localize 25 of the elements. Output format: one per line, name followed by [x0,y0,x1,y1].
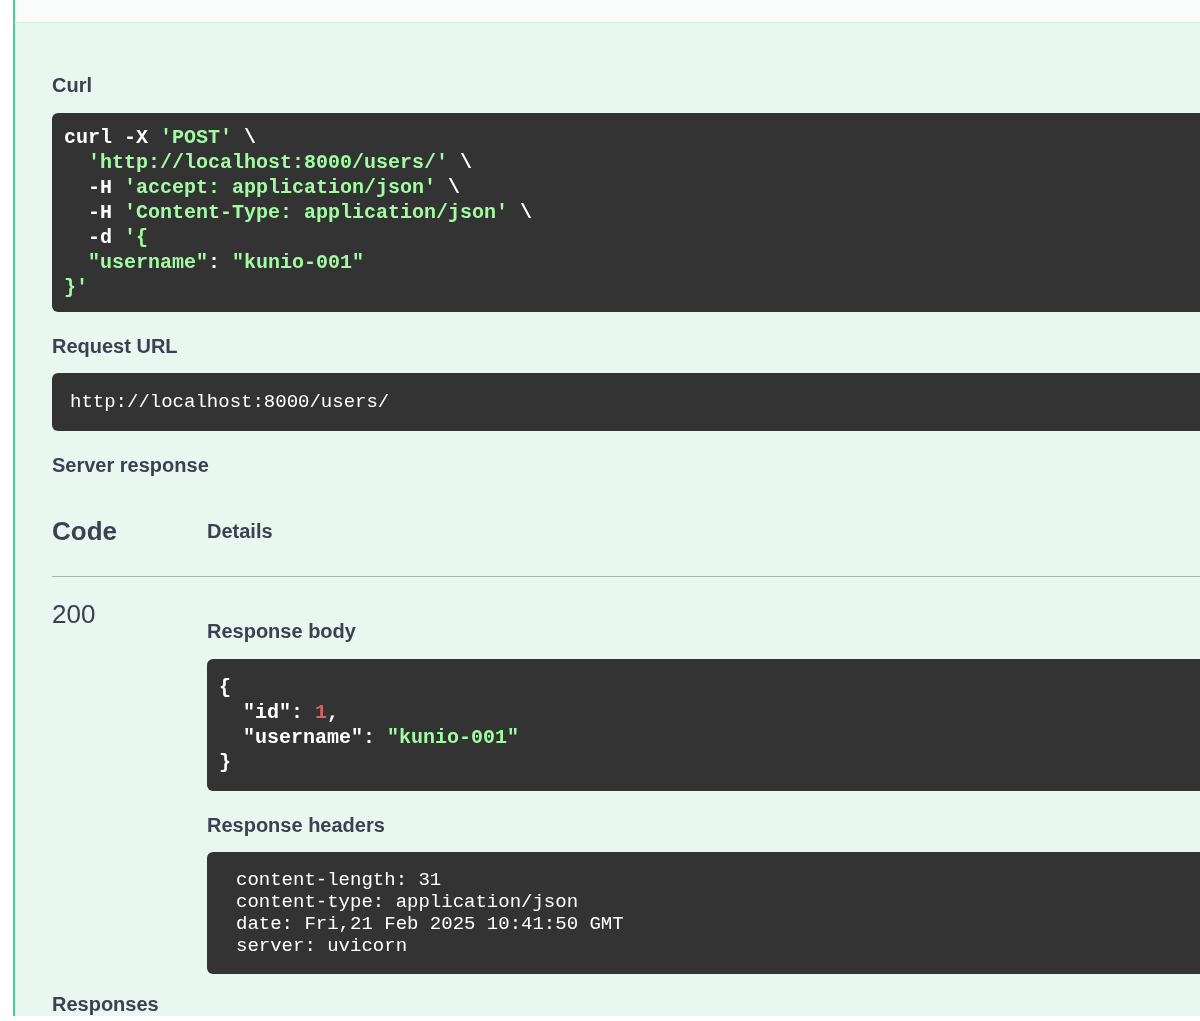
code-line: content-length: 31 [236,869,442,891]
section-label: Server response [52,453,209,477]
code-line: -d '{ [87,225,149,250]
column-header: Details [207,520,273,543]
code-line: { [219,675,231,700]
code-line: 'http://localhost:8000/users/' \ [87,150,473,175]
code-line: -H 'Content-Type: application/json' \ [87,200,533,225]
code-line: }' [64,275,88,300]
code-line: date: Fri,21 Feb 2025 10:41:50 GMT [236,913,624,935]
code-line: content-type: application/json [236,891,579,913]
code-line: "username": "kunio-001" [87,250,365,275]
code-line: "username": "kunio-001" [242,725,520,750]
code-line: } [219,750,231,775]
code-line: http://localhost:8000/users/ [70,390,390,415]
section-label: Responses [52,992,159,1016]
section-label: Request URL [52,334,178,358]
code-line: "id": 1, [242,700,340,725]
code-line: curl -X 'POST' \ [64,125,257,150]
section-label: Curl [52,73,92,97]
section-label: Response body [207,619,356,643]
code-line: -H 'accept: application/json' \ [87,175,461,200]
code-line: server: uvicorn [236,935,408,957]
column-header: Code [52,516,117,547]
section-label: Response headers [207,813,385,837]
status-code: 200 [52,598,96,630]
